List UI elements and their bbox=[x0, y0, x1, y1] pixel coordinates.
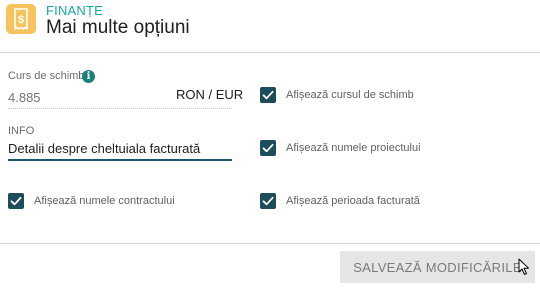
option-label: Afișează perioada facturată bbox=[286, 195, 420, 207]
option-label: Afișează cursul de schimb bbox=[286, 89, 414, 101]
svg-text:$: $ bbox=[18, 14, 24, 26]
exchange-rate-unit: RON / EUR bbox=[176, 87, 244, 102]
dialog-header: $ FINANȚE Mai multe opțiuni bbox=[0, 0, 540, 52]
dialog-title: Mai multe opțiuni bbox=[46, 17, 190, 38]
info-label: INFO bbox=[8, 125, 35, 137]
footer-divider bbox=[0, 243, 540, 244]
option-show-contract-name[interactable]: Afișează numele contractului bbox=[8, 193, 175, 209]
receipt-dollar-icon: $ bbox=[6, 4, 36, 34]
option-show-project-name[interactable]: Afișează numele proiectului bbox=[260, 140, 421, 156]
save-changes-button[interactable]: SALVEAZĂ MODIFICĂRILE bbox=[340, 251, 535, 283]
checkbox-checked[interactable] bbox=[260, 193, 276, 209]
mouse-cursor-icon bbox=[518, 258, 529, 275]
info-icon[interactable]: i bbox=[82, 70, 95, 83]
option-show-billing-period[interactable]: Afișează perioada facturată bbox=[260, 193, 420, 209]
info-input[interactable] bbox=[8, 137, 232, 161]
header-divider bbox=[0, 52, 540, 53]
exchange-rate-label: Curs de schimb bbox=[8, 70, 85, 82]
option-label: Afișează numele proiectului bbox=[286, 142, 421, 154]
option-show-exchange-rate[interactable]: Afișează cursul de schimb bbox=[260, 87, 414, 103]
checkbox-checked[interactable] bbox=[260, 87, 276, 103]
checkbox-checked[interactable] bbox=[8, 193, 24, 209]
checkbox-checked[interactable] bbox=[260, 140, 276, 156]
section-label: FINANȚE bbox=[46, 3, 104, 18]
option-label: Afișează numele contractului bbox=[34, 195, 175, 207]
